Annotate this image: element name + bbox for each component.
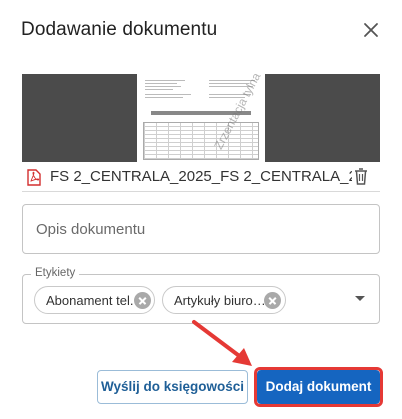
add-document-button[interactable]: Dodaj dokument (257, 370, 380, 404)
document-preview[interactable]: Zrzentacja tylna (22, 74, 380, 162)
dropdown-arrow-icon[interactable] (355, 296, 365, 301)
add-document-dialog: Dodawanie dokumentu Zrzentacja tylna FS … (0, 0, 402, 419)
tags-field[interactable]: Etykiety Abonament tel. Artykuły biuro… (22, 267, 380, 324)
dialog-title: Dodawanie dokumentu (21, 19, 218, 40)
description-input[interactable] (24, 206, 378, 252)
tags-label: Etykiety (31, 267, 80, 279)
attachment-file-name[interactable]: FS 2_CENTRALA_2025_FS 2_CENTRALA_2025_24… (50, 168, 352, 185)
tag-chip-artykuly[interactable]: Artykuły biuro… (162, 286, 286, 314)
tag-chip-label: Abonament tel. (46, 293, 134, 308)
remove-tag-icon[interactable] (134, 292, 151, 309)
close-icon[interactable] (360, 19, 382, 41)
remove-tag-icon[interactable] (264, 292, 281, 309)
pdf-file-icon (27, 169, 41, 186)
send-to-accounting-button[interactable]: Wyślij do księgowości (97, 370, 248, 404)
tag-chip-abonament[interactable]: Abonament tel. (34, 286, 155, 314)
trash-icon[interactable] (354, 168, 368, 185)
document-thumbnail: Zrzentacja tylna (137, 74, 265, 162)
tag-chip-label: Artykuły biuro… (174, 293, 266, 308)
annotation-arrow (192, 320, 252, 366)
attachment-row: FS 2_CENTRALA_2025_FS 2_CENTRALA_2025_24… (22, 162, 380, 192)
description-field (22, 204, 380, 254)
